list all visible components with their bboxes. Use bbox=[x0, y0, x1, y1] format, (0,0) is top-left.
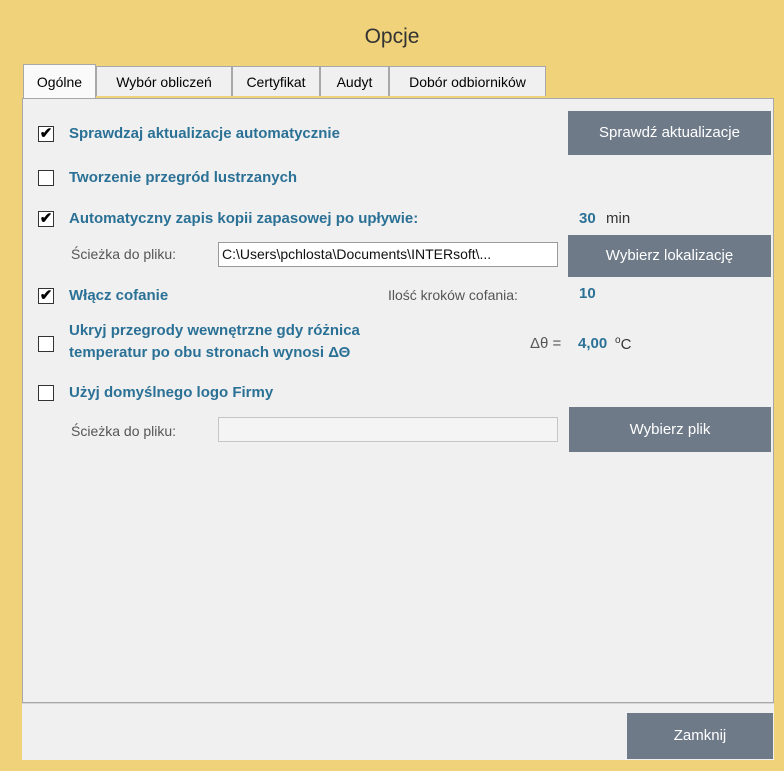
delta-theta-unit: oC bbox=[615, 335, 631, 353]
dialog-footer: Zamknij bbox=[22, 703, 774, 760]
auto-update-checkbox[interactable]: ✔ bbox=[38, 126, 54, 142]
delta-theta-label: Δθ = bbox=[530, 335, 562, 352]
tab-receiver-selection[interactable]: Dobór odbiorników bbox=[389, 66, 546, 96]
choose-location-button[interactable]: Wybierz lokalizację bbox=[568, 235, 771, 277]
default-logo-label[interactable]: Użyj domyślnego logo Firmy bbox=[69, 384, 273, 401]
dialog-title: Opcje bbox=[364, 25, 420, 48]
delta-theta-value[interactable]: 4,00 bbox=[578, 335, 607, 352]
auto-backup-label[interactable]: Automatyczny zapis kopii zapasowej po up… bbox=[69, 210, 418, 227]
close-button[interactable]: Zamknij bbox=[627, 713, 773, 759]
mirror-partitions-label[interactable]: Tworzenie przegród lustrzanych bbox=[69, 169, 297, 186]
hide-internal-label-line2[interactable]: temperatur po obu stronach wynosi ΔΘ bbox=[69, 344, 350, 361]
hide-internal-checkbox[interactable] bbox=[38, 336, 54, 352]
auto-update-label[interactable]: Sprawdzaj aktualizacje automatycznie bbox=[69, 125, 340, 142]
backup-path-label: Ścieżka do pliku: bbox=[71, 246, 177, 262]
tab-calc-selection[interactable]: Wybór obliczeń bbox=[96, 66, 232, 96]
mirror-partitions-checkbox[interactable] bbox=[38, 170, 54, 186]
logo-path-input[interactable] bbox=[218, 417, 558, 442]
celsius-unit: C bbox=[620, 336, 632, 353]
undo-label[interactable]: Włącz cofanie bbox=[69, 287, 168, 304]
undo-checkbox[interactable]: ✔ bbox=[38, 288, 54, 304]
hide-internal-label-line1[interactable]: Ukryj przegrody wewnętrzne gdy różnica bbox=[69, 322, 360, 339]
backup-path-input[interactable]: C:\Users\pchlosta\Documents\INTERsoft\..… bbox=[218, 242, 558, 267]
choose-file-button[interactable]: Wybierz plik bbox=[569, 407, 771, 452]
default-logo-checkbox[interactable] bbox=[38, 385, 54, 401]
tab-general[interactable]: Ogólne bbox=[23, 64, 96, 98]
logo-path-label: Ścieżka do pliku: bbox=[71, 423, 177, 439]
tab-audit[interactable]: Audyt bbox=[320, 66, 389, 96]
auto-backup-checkbox[interactable]: ✔ bbox=[38, 211, 54, 227]
backup-interval-value[interactable]: 30 bbox=[579, 210, 596, 227]
backup-interval-unit: min bbox=[606, 210, 631, 227]
undo-steps-value[interactable]: 10 bbox=[579, 285, 596, 302]
options-dialog: Opcje Ogólne Wybór obliczeń Certyfikat A… bbox=[0, 0, 784, 771]
check-updates-button[interactable]: Sprawdź aktualizacje bbox=[568, 111, 771, 155]
tab-certificate[interactable]: Certyfikat bbox=[232, 66, 320, 96]
undo-steps-label: Ilość kroków cofania: bbox=[388, 287, 518, 303]
general-panel: ✔ Sprawdzaj aktualizacje automatycznie S… bbox=[22, 98, 774, 703]
